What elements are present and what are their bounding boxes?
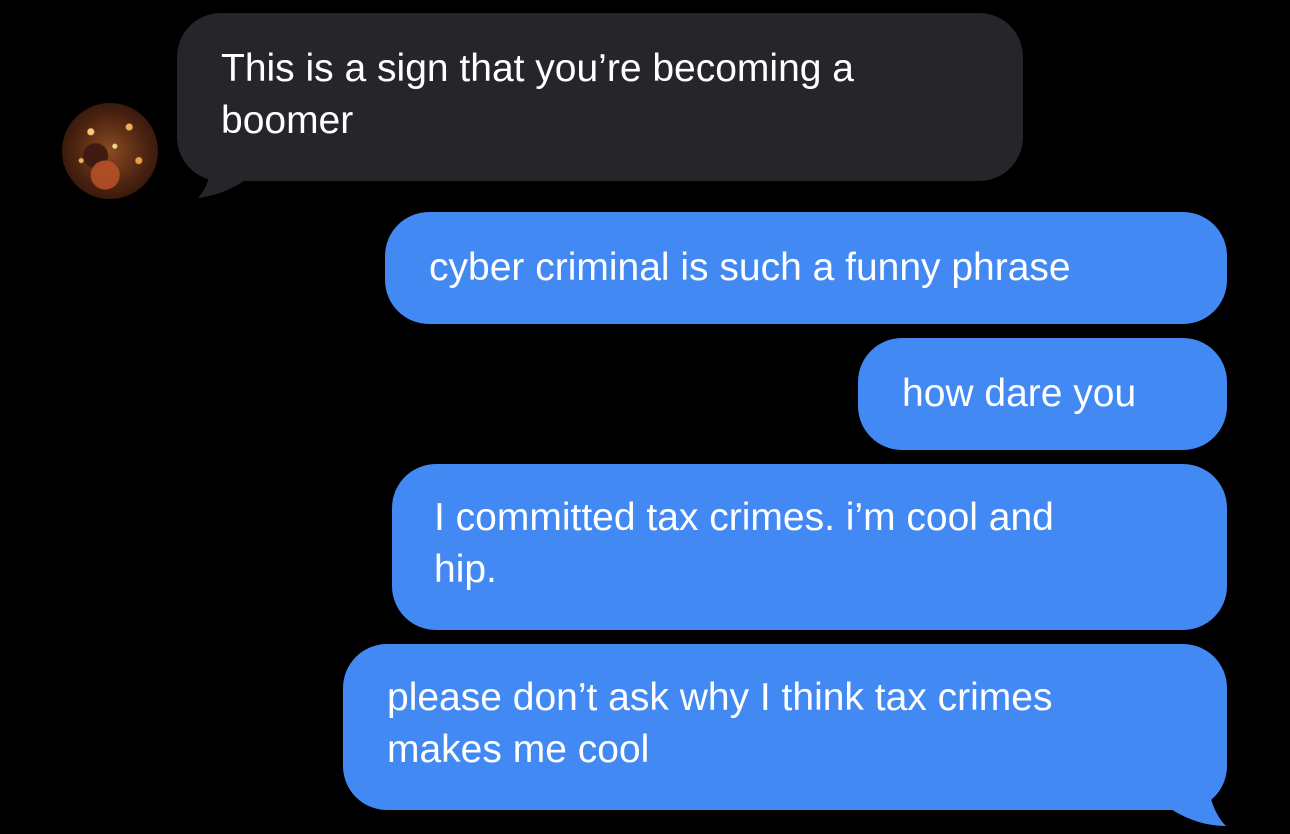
message-bubble-outgoing[interactable]: please don’t ask why I think tax crimes … (343, 644, 1227, 810)
contact-avatar[interactable] (62, 103, 158, 199)
message-text-line: please don’t ask why I think tax crimes (387, 676, 1053, 719)
message-bubble-incoming[interactable]: This is a sign that you’re becoming a bo… (177, 13, 1023, 181)
message-text-line: makes me cool (387, 728, 650, 771)
message-bubble-outgoing[interactable]: how dare you (858, 338, 1227, 450)
message-text-line: I committed tax crimes. i’m cool and (434, 496, 1054, 539)
message-text-line: cyber criminal is such a funny phrase (429, 246, 1071, 289)
message-bubble-outgoing[interactable]: cyber criminal is such a funny phrase (385, 212, 1227, 324)
message-text-line: This is a sign that you’re becoming a (221, 47, 854, 90)
message-bubble-outgoing[interactable]: I committed tax crimes. i’m cool and hip… (392, 464, 1227, 630)
message-text-line: boomer (221, 99, 354, 142)
message-text-line: hip. (434, 548, 497, 591)
message-text-line: how dare you (902, 372, 1137, 415)
